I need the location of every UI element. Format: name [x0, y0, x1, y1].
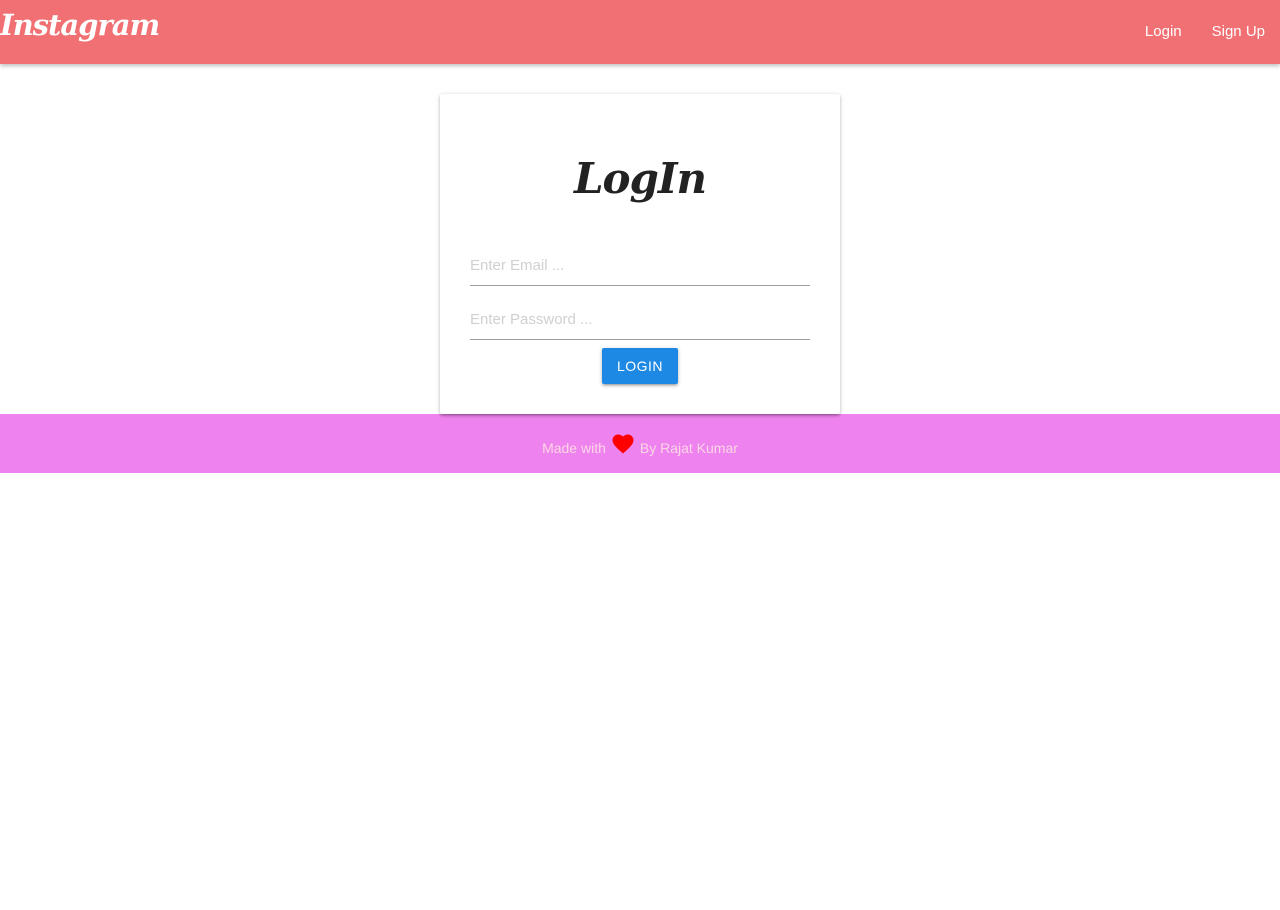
login-button[interactable]: Login [602, 348, 678, 384]
top-navbar: Instagram Login Sign Up [0, 0, 1280, 64]
heart-icon [612, 433, 634, 454]
login-card: LogIn Login [440, 94, 840, 414]
nav-link-login[interactable]: Login [1130, 0, 1197, 64]
login-title: LogIn [573, 154, 707, 203]
nav-link-signup[interactable]: Sign Up [1197, 0, 1280, 64]
footer-made-with: Made with [542, 439, 606, 456]
footer-author: By Rajat Kumar [639, 439, 738, 456]
footer: Made with By Rajat Kumar [0, 414, 1280, 473]
email-field[interactable] [470, 246, 810, 286]
nav-links: Login Sign Up [1130, 0, 1280, 64]
password-field[interactable] [470, 300, 810, 340]
brand-logo[interactable]: Instagram [0, 8, 160, 42]
